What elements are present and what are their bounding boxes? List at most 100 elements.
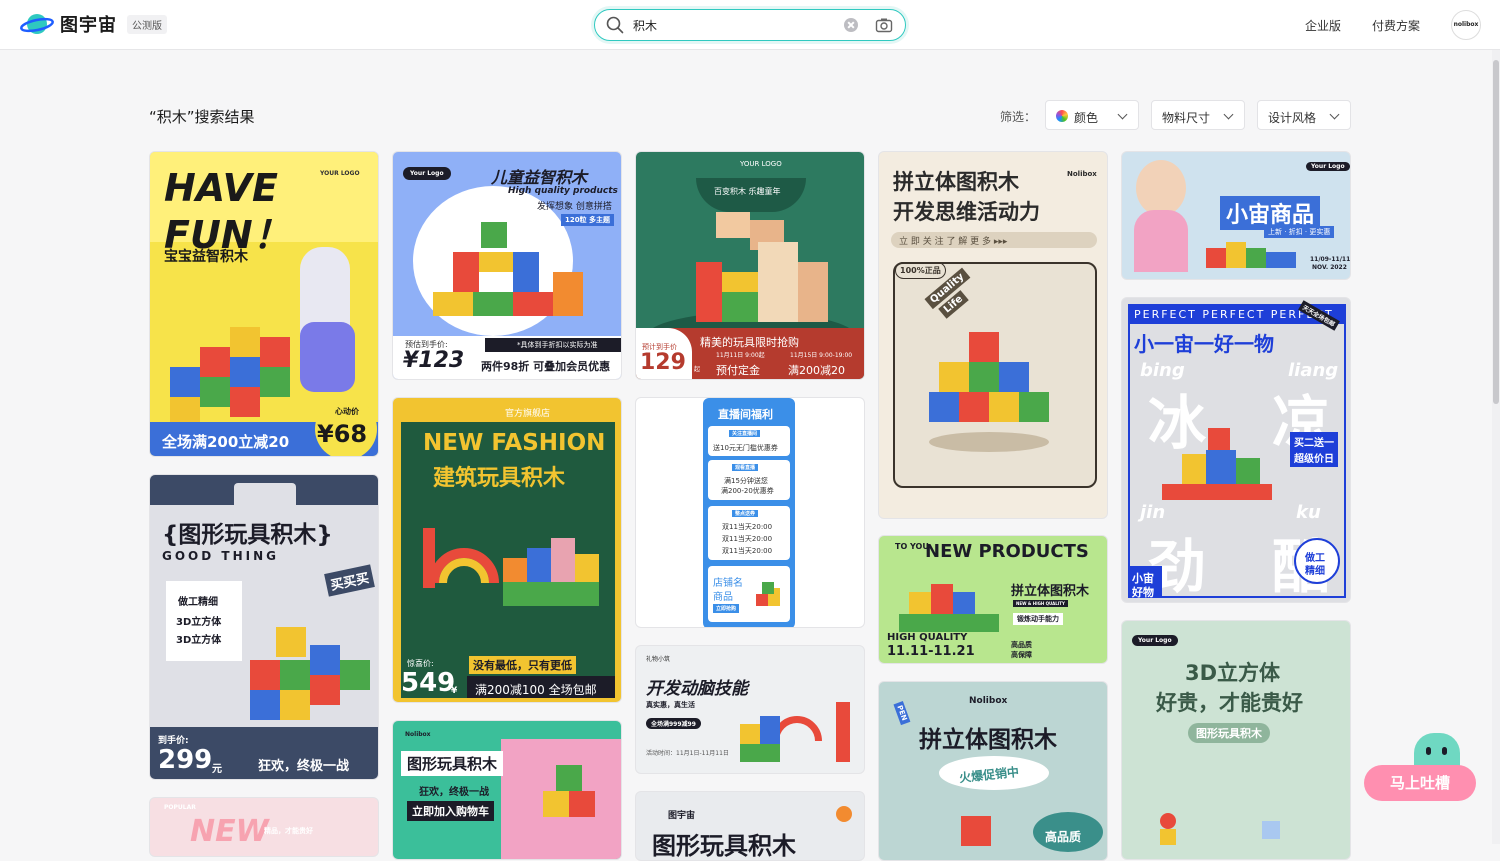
card-price-unit: ¥ <box>451 686 458 696</box>
card-ribbon: 百变积木 乐趣童年 <box>714 187 781 196</box>
card-store-button: 立即抢购 <box>713 604 740 613</box>
planet-logo-icon <box>20 14 54 34</box>
template-card-3d-blocks-teal[interactable]: Nolibox 拼立体图积木 PEN 火爆促销中 高品质 <box>878 681 1108 861</box>
chevron-down-icon <box>1117 109 1128 120</box>
card-price-unit: 元 <box>212 764 222 775</box>
search-icon[interactable] <box>606 16 624 34</box>
card-promo: 全场满200立减20 <box>162 433 290 451</box>
chevron-down-icon <box>1329 109 1340 120</box>
card-tag: 好物 <box>1132 586 1154 599</box>
filter-color-label: 颜色 <box>1074 111 1099 125</box>
card-stamp: 100%正品 <box>895 262 946 279</box>
filter-label: 筛选： <box>1000 110 1037 124</box>
clear-icon[interactable] <box>844 18 858 32</box>
template-card-shape-toys[interactable]: {图形玩具积木} GOOD THING 买买买 做工精细 3D立方体 3D立方体… <box>149 474 379 780</box>
card-en-title: High quality products <box>508 186 618 196</box>
filter-size[interactable]: 物料尺寸 <box>1151 100 1245 130</box>
template-card-new-fashion[interactable]: 官方旗舰店 NEW FASHION 建筑玩具积木 惊喜价: 549 ¥ 没有最低… <box>392 397 622 703</box>
card-logo: Nolibox <box>405 731 431 738</box>
logo[interactable]: 图宇宙 公测版 <box>20 11 167 37</box>
card-note: *具体到手折扣以实际为准 <box>517 341 598 349</box>
card-slogan: 狂欢，终极一战 <box>419 787 489 798</box>
template-card-new-products[interactable]: TO YOU NEW PRODUCTS 拼立体图积木 NEW & HIGH QU… <box>878 535 1108 664</box>
card-logo: Nolibox <box>969 696 1008 706</box>
camera-icon[interactable] <box>875 16 893 34</box>
template-card-3d-cube[interactable]: Your Logo 3D立方体 好贵，才能贵好 图形玩具积木 <box>1121 620 1351 860</box>
avatar[interactable]: nolibox <box>1451 10 1481 40</box>
benefit-badge: 整点送券 <box>732 510 759 517</box>
template-card-brain-skills[interactable]: 礼物小筑 开发动脑技能 真实惠，真生活 全场满999减99 活动时间：11月1日… <box>635 645 865 774</box>
card-title: 直播间福利 <box>718 408 773 421</box>
card-date: 活动时间：11月1日-11月11日 <box>646 750 729 757</box>
template-card-xiaozhou-goods[interactable]: Your Logo 小宙商品 上新 · 折扣 · 更实惠 11/09-11/11… <box>1121 151 1351 280</box>
card-price: 299 <box>158 745 213 775</box>
benefit-text: 双11当天20:00 <box>722 523 773 531</box>
filter-style[interactable]: 设计风格 <box>1257 100 1351 130</box>
template-card-perfect-goods[interactable]: PERFECT PERFECT PERFECT 天天全场包邮 小一宙一好一物 b… <box>1121 297 1351 603</box>
search-input[interactable] <box>633 15 833 35</box>
benefit-text: 满15分钟送您 <box>724 477 768 485</box>
card-badge: NEW & HIGH QUALITY <box>1013 600 1068 607</box>
card-badge: 精细 <box>1305 566 1325 577</box>
card-corner: 高品质 <box>1045 830 1082 844</box>
card-subtitle: 宝宝益智积木 <box>164 249 248 265</box>
card-date: 11月15日 9:00-19:00 <box>790 352 853 359</box>
card-feature: 锻炼动手能力 <box>1013 613 1063 625</box>
card-deposit: 预付定金 <box>716 364 760 377</box>
card-subtitle: GOOD THING <box>162 549 279 563</box>
filter-color[interactable]: 颜色 <box>1045 100 1139 130</box>
card-title: 小一宙一好一物 <box>1134 332 1274 356</box>
card-tag: PEN <box>893 701 911 725</box>
card-logo: Your Logo <box>1306 162 1350 171</box>
template-card-popular[interactable]: POPULAR NEW 精品，才能贵好 <box>149 797 379 857</box>
beta-badge: 公测版 <box>127 14 167 34</box>
card-feature: 做工精细 <box>178 597 218 608</box>
card-title: 图形玩具积木 <box>401 751 504 776</box>
template-card-kids-blocks[interactable]: Your Logo 儿童益智积木 High quality products 发… <box>392 151 622 380</box>
results-title: “积木”搜索结果 <box>149 108 255 126</box>
card-feature: 3D立方体 <box>176 617 222 628</box>
card-title: 建筑玩具积木 <box>433 466 566 491</box>
card-store: 商品 <box>713 592 733 603</box>
card-subtitle: 图形玩具积木 <box>1188 723 1270 743</box>
benefit-text: 双11当天20:00 <box>722 535 773 543</box>
search-box[interactable] <box>594 9 906 41</box>
color-wheel-icon <box>1056 110 1068 122</box>
card-price: ¥123 <box>403 348 465 373</box>
template-card-live-benefits[interactable]: 直播间福利 关注直播间 送10元无门槛优惠券 观看直播 满15分钟送您 满200… <box>635 397 865 628</box>
card-price-tag: 心动价 <box>335 407 359 416</box>
card-logo: 图宇宙 <box>668 811 696 821</box>
card-badge: 120粒 多主题 <box>561 214 615 226</box>
benefit-badge: 观看直播 <box>732 464 759 471</box>
card-title: 拼立体图积木 <box>919 727 1057 753</box>
card-slogan: 精美的玩具限时抢购 <box>700 336 799 349</box>
template-card-have-fun[interactable]: HAVE FUN！ YOUR LOGO 宝宝益智积木 全场满200立减20 心动… <box>149 151 379 457</box>
feedback-widget[interactable]: 马上吐槽 <box>1364 733 1476 801</box>
card-promo: 满200减100 全场包邮 <box>475 683 597 697</box>
logo-text: 图宇宙 <box>60 15 117 36</box>
card-quality: 高品质 <box>1011 641 1032 649</box>
benefit-text: 满200-20优惠券 <box>721 487 774 495</box>
card-price: 549 <box>401 668 456 698</box>
top-bar: 图宇宙 公测版 企业版 付费方案 nolibox <box>0 0 1500 50</box>
card-tag: 买买买 <box>324 564 375 597</box>
card-brand: 礼物小筑 <box>646 656 671 663</box>
card-to-you: TO YOU <box>895 542 929 551</box>
card-subtitle: 发挥想象 创意拼搭 <box>537 202 612 212</box>
template-card-shape-toys-grey[interactable]: 图宇宙 图形玩具积木 <box>635 791 865 861</box>
card-title: {图形玩具积木} <box>162 522 333 548</box>
nav-enterprise[interactable]: 企业版 <box>1305 17 1341 34</box>
card-date: 11月11日 9:00起 <box>716 352 765 359</box>
feedback-button[interactable]: 马上吐槽 <box>1364 765 1476 801</box>
card-title: NEW FASHION <box>423 430 606 456</box>
scrollbar-thumb[interactable] <box>1493 60 1499 404</box>
card-date: 11.11-11.21 <box>887 644 975 659</box>
card-tag: 全场满999减99 <box>646 718 701 729</box>
nav-pricing[interactable]: 付费方案 <box>1372 17 1420 34</box>
template-card-shape-toys-green[interactable]: Nolibox 图形玩具积木 狂欢，终极一战 立即加入购物车 <box>392 720 622 860</box>
template-card-3d-blocks[interactable]: 拼立体图积木 开发思维活动力 Nolibox 立 即 关 注 了 解 更 多 ▸… <box>878 151 1108 519</box>
template-card-blocks-sale[interactable]: YOUR LOGO 百变积木 乐趣童年 预计到手价 129 起 精美的玩具限时抢… <box>635 151 865 380</box>
card-date: NOV. 2022 <box>1312 264 1347 271</box>
card-store: 店铺名 <box>713 578 743 589</box>
card-subtitle: 上新 · 折扣 · 更实惠 <box>1264 226 1335 238</box>
